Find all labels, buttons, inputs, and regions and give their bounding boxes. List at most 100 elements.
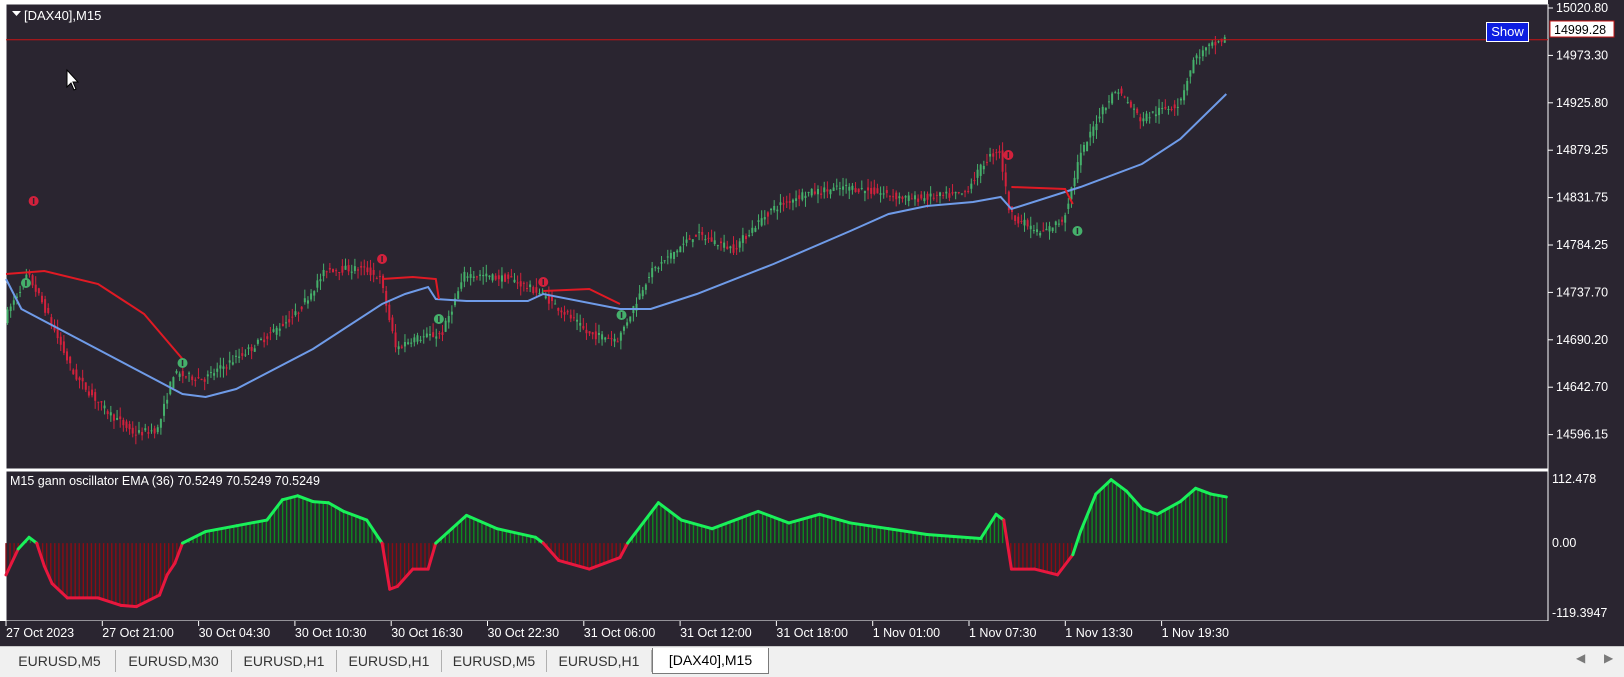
- price-tick-label: 14831.75: [1556, 191, 1608, 205]
- candle-body: [832, 187, 835, 191]
- tab-eurusd-m5-2[interactable]: EURUSD,M5: [442, 650, 547, 672]
- candle-body: [128, 424, 131, 430]
- candle-body: [444, 320, 447, 332]
- candle-body: [998, 151, 1001, 153]
- candle-body: [651, 268, 654, 278]
- candle-body: [403, 342, 406, 347]
- candle-body: [369, 267, 372, 276]
- candle-body: [1042, 230, 1045, 232]
- candle-body: [1204, 47, 1207, 51]
- price-tick-label: 14784.25: [1556, 238, 1608, 252]
- time-tick-label: 1 Nov 19:30: [1162, 626, 1229, 640]
- candle-body: [694, 234, 697, 237]
- candle-body: [926, 193, 929, 200]
- candle-body: [848, 186, 851, 191]
- candle-body: [147, 432, 150, 434]
- candle-body: [669, 252, 672, 259]
- candle-body: [601, 334, 604, 340]
- candle-body: [78, 377, 81, 381]
- candle-body: [529, 284, 532, 288]
- candle-body: [344, 265, 347, 270]
- candle-body: [563, 312, 566, 315]
- candle-body: [19, 291, 22, 293]
- candle-body: [716, 245, 719, 247]
- candle-body: [134, 434, 137, 436]
- candle-body: [360, 266, 363, 268]
- scroll-right-icon[interactable]: ▶: [1604, 651, 1613, 665]
- chart-canvas[interactable]: [DAX40],M15 M15 gann oscillator EMA (36)…: [0, 0, 1624, 646]
- candle-body: [876, 188, 879, 194]
- candle-body: [375, 278, 378, 280]
- candle-body: [228, 360, 231, 363]
- tab-eurusd-m5[interactable]: EURUSD,M5: [4, 650, 116, 672]
- candle-body: [159, 418, 162, 428]
- candle-body: [1201, 50, 1204, 57]
- candle-body: [738, 241, 741, 248]
- candle-body: [773, 205, 776, 211]
- candle-body: [1192, 59, 1195, 74]
- price-tick-label: 14642.70: [1556, 380, 1608, 394]
- sell-signal-marker: [538, 277, 549, 287]
- candle-body: [810, 188, 813, 196]
- candle-body: [829, 189, 832, 195]
- candle-body: [419, 339, 422, 342]
- tab-eurusd-h1-2[interactable]: EURUSD,H1: [337, 650, 442, 672]
- price-tick-label: 14737.70: [1556, 285, 1608, 299]
- candle-body: [842, 186, 845, 190]
- candle-body: [316, 280, 319, 288]
- candle-body: [588, 331, 591, 334]
- candle-body: [557, 307, 560, 311]
- candle-body: [688, 238, 691, 240]
- candle-body: [382, 275, 385, 289]
- candle-body: [1054, 221, 1057, 226]
- candle-body: [297, 312, 300, 314]
- candle-body: [469, 274, 472, 278]
- candle-body: [1086, 141, 1089, 152]
- candle-body: [1045, 228, 1048, 231]
- candle-body: [538, 293, 541, 295]
- candle-body: [870, 187, 873, 194]
- scroll-left-icon[interactable]: ◀: [1576, 651, 1585, 665]
- candle-body: [513, 279, 516, 283]
- oscillator-pane[interactable]: [5, 470, 1549, 622]
- candle-body: [238, 356, 241, 358]
- candle-body: [920, 194, 923, 199]
- candle-body: [306, 300, 309, 304]
- candle-body: [1154, 114, 1157, 117]
- candle-body: [1170, 109, 1173, 111]
- candle-body: [748, 235, 751, 237]
- candle-body: [888, 195, 891, 197]
- candle-body: [1179, 98, 1182, 101]
- candle-body: [1111, 93, 1114, 104]
- sell-signal-marker: [377, 254, 388, 264]
- candle-body: [116, 417, 119, 420]
- candle-body: [1095, 123, 1098, 131]
- candle-body: [75, 369, 78, 380]
- tab-dax40-m15[interactable]: [DAX40],M15: [652, 648, 769, 674]
- candle-body: [826, 189, 829, 192]
- candle-body: [1183, 90, 1186, 101]
- current-price-tag: 14999.28: [1549, 20, 1615, 38]
- candle-body: [391, 317, 394, 332]
- candle-body: [1039, 232, 1042, 236]
- candle-body: [394, 332, 397, 348]
- tab-eurusd-h1[interactable]: EURUSD,H1: [232, 650, 337, 672]
- main-chart-pane[interactable]: [5, 3, 1549, 470]
- candle-body: [1217, 41, 1220, 43]
- candle-body: [141, 431, 144, 436]
- candle-body: [497, 275, 500, 280]
- symbol-header[interactable]: [DAX40],M15: [12, 8, 101, 23]
- candle-body: [763, 217, 766, 220]
- candle-body: [995, 152, 998, 154]
- candle-body: [1145, 113, 1148, 122]
- candle-body: [1173, 104, 1176, 109]
- candle-body: [378, 275, 381, 277]
- candle-body: [726, 246, 729, 249]
- candle-body: [851, 185, 854, 190]
- tab-eurusd-m30[interactable]: EURUSD,M30: [116, 650, 232, 672]
- tab-eurusd-h1-3[interactable]: EURUSD,H1: [547, 650, 652, 672]
- show-button[interactable]: Show: [1486, 22, 1529, 42]
- candle-body: [1004, 172, 1007, 187]
- candle-body: [388, 304, 391, 321]
- candle-body: [328, 267, 331, 270]
